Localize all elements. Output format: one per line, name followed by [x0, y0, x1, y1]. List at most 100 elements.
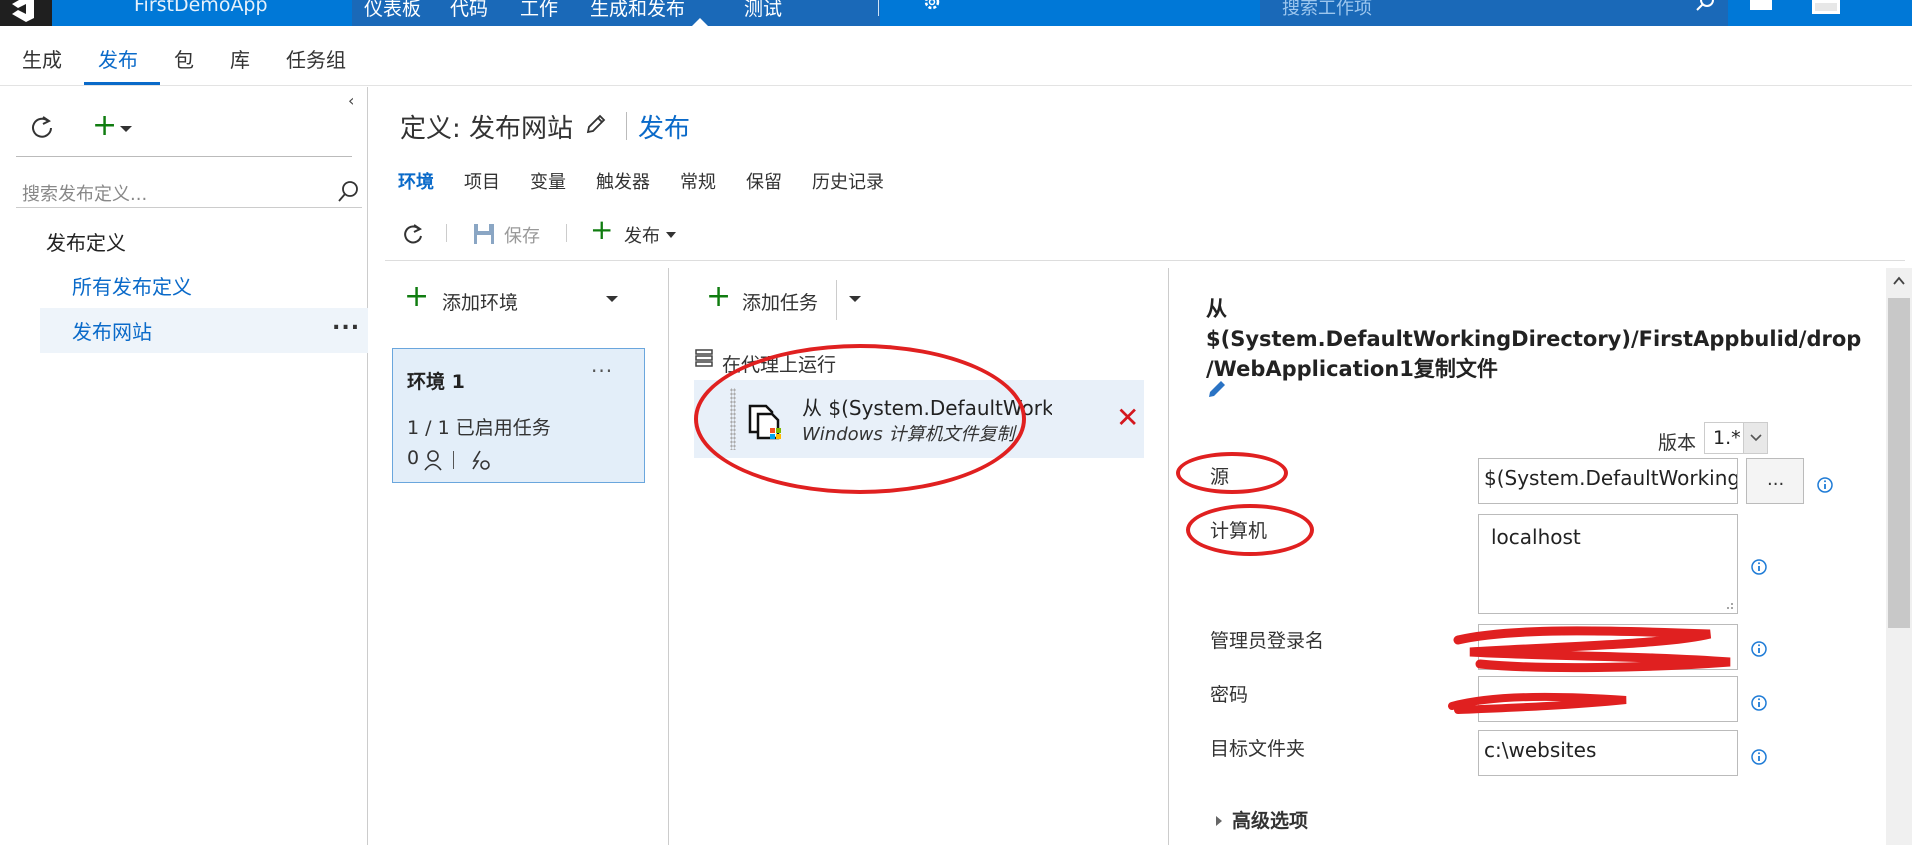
admin-login-label: 管理员登录名: [1210, 630, 1325, 652]
trigger-icon[interactable]: [469, 449, 491, 471]
target-folder-value: c:\websites: [1484, 738, 1597, 762]
add-task-button[interactable]: 添加任务: [742, 288, 818, 315]
redaction-scribble: [1448, 692, 1627, 714]
tab-triggers[interactable]: 触发器: [596, 168, 650, 194]
nav-divider: [878, 0, 879, 16]
browse-button[interactable]: ...: [1746, 458, 1804, 504]
tab-builds[interactable]: 生成: [22, 44, 62, 73]
title-divider: [626, 112, 627, 140]
plus-icon[interactable]: +: [404, 282, 429, 312]
task-detail-title-line: /WebApplication1复制文件: [1206, 357, 1498, 381]
definition-search-input[interactable]: 搜索发布定义...: [16, 176, 362, 208]
search-placeholder: 搜索工作项: [1282, 0, 1372, 19]
active-nav-indicator: [692, 18, 708, 26]
search-icon[interactable]: [336, 180, 360, 204]
page-title: 定义: 发布网站: [400, 114, 574, 144]
info-icon[interactable]: [1750, 640, 1768, 658]
plus-icon[interactable]: +: [590, 216, 613, 244]
save-button[interactable]: 保存: [504, 222, 540, 248]
tab-general[interactable]: 常规: [680, 168, 716, 194]
scrollbar[interactable]: [1886, 268, 1912, 845]
tab-artifacts[interactable]: 项目: [464, 168, 500, 194]
chevron-down-icon[interactable]: [849, 296, 861, 302]
hub-tabs: 生成 发布 包 库 任务组: [0, 26, 1912, 86]
chevron-down-icon[interactable]: [666, 232, 676, 238]
nav-code[interactable]: 代码: [450, 0, 488, 21]
version-value: 1.*: [1713, 427, 1741, 449]
vsts-logo[interactable]: [0, 0, 52, 26]
plus-icon[interactable]: +: [706, 282, 731, 312]
remove-task-icon[interactable]: ✕: [1116, 404, 1139, 432]
refresh-icon[interactable]: [400, 222, 426, 248]
gear-icon[interactable]: [922, 0, 942, 12]
person-icon[interactable]: [423, 449, 443, 471]
column-divider: [668, 268, 669, 845]
search-placeholder: 搜索发布定义...: [22, 184, 148, 205]
info-icon[interactable]: [1816, 476, 1834, 494]
target-folder-input[interactable]: c:\websites: [1478, 730, 1738, 776]
avatar[interactable]: [1812, 0, 1840, 14]
tab-releases[interactable]: 发布: [98, 44, 138, 73]
release-link[interactable]: 发布: [638, 108, 690, 145]
project-name[interactable]: FirstDemoApp: [134, 0, 268, 16]
tab-library[interactable]: 库: [230, 44, 250, 73]
tab-packages[interactable]: 包: [174, 44, 194, 73]
browse-label: ...: [1767, 469, 1785, 490]
resize-handle-icon[interactable]: [1724, 600, 1734, 610]
add-environment-button[interactable]: 添加环境: [442, 288, 518, 315]
chevron-right-icon[interactable]: [1216, 816, 1222, 826]
save-icon[interactable]: [472, 222, 496, 246]
divider: [836, 280, 837, 320]
toolbar-divider: [446, 224, 447, 242]
environment-card[interactable]: 环境 1 ··· 1 / 1 已启用任务 0: [392, 348, 645, 483]
task-detail-title: 从 $(System.DefaultWorkingDirectory)/Firs…: [1206, 294, 1886, 384]
tab-history[interactable]: 历史记录: [812, 168, 884, 194]
refresh-icon[interactable]: [28, 113, 56, 141]
tree-item-all-definitions[interactable]: 所有发布定义: [72, 271, 192, 300]
pencil-icon[interactable]: [1206, 378, 1228, 400]
nav-build-release[interactable]: 生成和发布: [590, 0, 685, 21]
pencil-icon[interactable]: [584, 112, 608, 136]
tab-environments[interactable]: 环境: [398, 168, 434, 194]
task-detail-title-line: 从 $(System.DefaultWorkingDirectory)/Firs…: [1206, 297, 1862, 351]
machine-value: localhost: [1491, 525, 1581, 549]
info-icon[interactable]: [1750, 694, 1768, 712]
tree-root-release-definitions[interactable]: 发布定义: [46, 227, 126, 256]
nav-work[interactable]: 工作: [520, 0, 558, 21]
window-icon[interactable]: [1750, 0, 1772, 10]
divider: [16, 156, 352, 157]
top-bar: FirstDemoApp 仪表板 代码 工作 生成和发布 测试 搜索工作项: [0, 0, 1912, 26]
chevron-down-icon[interactable]: [1743, 423, 1767, 453]
collapse-pane-icon[interactable]: ‹: [348, 91, 354, 110]
info-icon[interactable]: [1750, 748, 1768, 766]
chevron-down-icon[interactable]: [606, 296, 618, 302]
search-icon[interactable]: [1694, 0, 1716, 14]
source-input[interactable]: $(System.DefaultWorkingDirectory)/FirstA…: [1478, 458, 1738, 504]
chevron-down-icon[interactable]: [120, 126, 132, 132]
more-icon[interactable]: ...: [332, 310, 360, 335]
column-divider: [1168, 268, 1169, 845]
scrollbar-thumb[interactable]: [1888, 298, 1910, 628]
nav-test[interactable]: 测试: [744, 0, 782, 21]
advanced-options-toggle[interactable]: 高级选项: [1232, 806, 1308, 833]
password-label: 密码: [1210, 684, 1249, 706]
create-release-button[interactable]: 发布: [624, 222, 660, 248]
version-select[interactable]: 1.*: [1704, 422, 1768, 454]
tab-task-groups[interactable]: 任务组: [286, 44, 346, 73]
annotation-ellipse: [1176, 452, 1288, 494]
server-icon: [695, 349, 713, 367]
more-icon[interactable]: ···: [591, 359, 613, 383]
info-icon[interactable]: [1750, 558, 1768, 576]
source-value: $(System.DefaultWorkingDirectory)/FirstA…: [1484, 466, 1738, 490]
nav-dashboard[interactable]: 仪表板: [364, 0, 421, 21]
tab-retention[interactable]: 保留: [746, 168, 782, 194]
machines-textarea[interactable]: localhost: [1478, 514, 1738, 614]
chevron-up-icon[interactable]: [1893, 276, 1905, 286]
target-folder-label: 目标文件夹: [1210, 738, 1306, 760]
top-nav: 仪表板 代码 工作 生成和发布 测试: [352, 0, 880, 26]
add-definition-button[interactable]: +: [92, 111, 117, 141]
tree-item-selected[interactable]: 发布网站 ...: [40, 308, 368, 353]
tab-variables[interactable]: 变量: [530, 168, 566, 194]
toolbar-divider-line: [385, 260, 1905, 261]
work-item-search[interactable]: 搜索工作项: [1260, 0, 1728, 26]
